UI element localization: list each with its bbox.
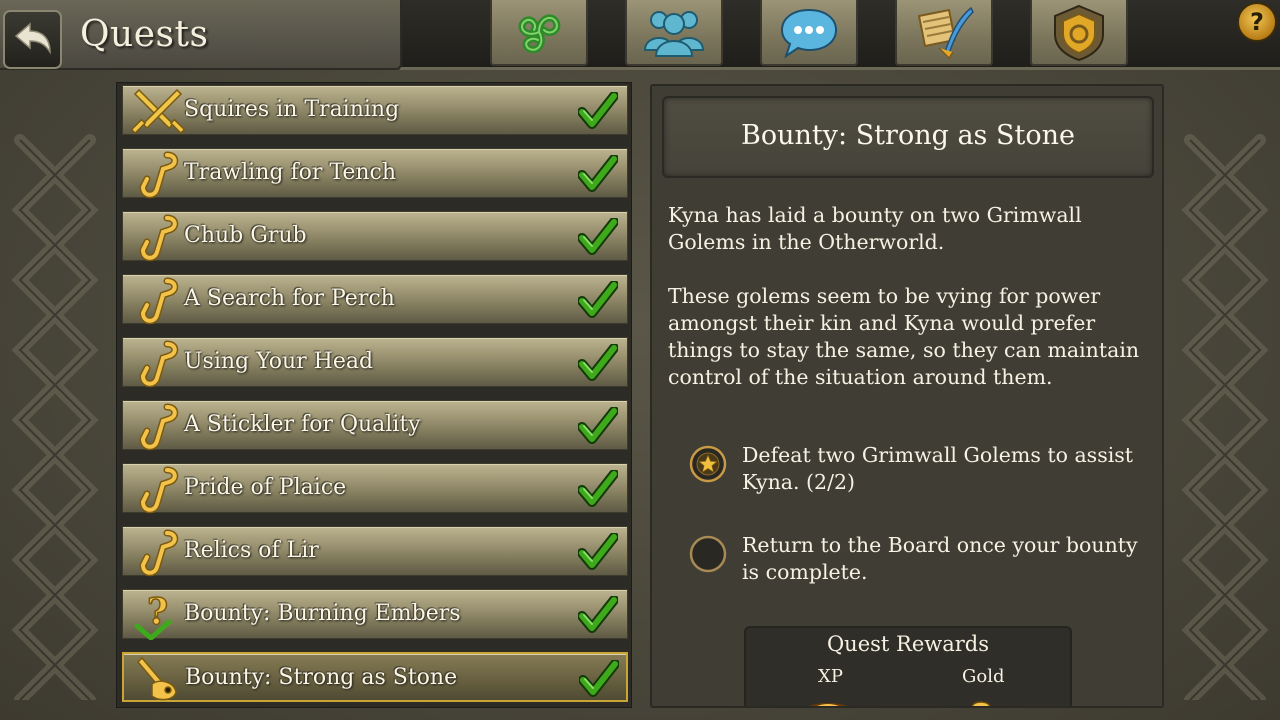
triskelion-icon xyxy=(518,14,561,54)
checkmark-icon xyxy=(578,659,620,698)
chat-icon xyxy=(780,8,838,59)
gold-reward-label: Gold xyxy=(962,666,1005,687)
quest-row[interactable]: Chub Grub xyxy=(122,211,628,262)
quest-label: Trawling for Tench xyxy=(184,160,396,185)
quest-row[interactable]: Pride of Plaice xyxy=(122,463,628,514)
quest-label: Using Your Head xyxy=(184,349,374,374)
quest-row[interactable]: ? Bounty: Burning Embers xyxy=(122,589,628,642)
xp-icon xyxy=(809,703,847,706)
crossed-swords-icon xyxy=(129,86,187,136)
fish-hook-icon xyxy=(129,275,187,325)
quest-row[interactable]: Relics of Lir xyxy=(122,526,628,577)
objective-1: Defeat two Grimwall Golems to assist Kyn… xyxy=(688,442,1148,502)
quest-label: A Stickler for Quality xyxy=(184,412,421,437)
help-button[interactable]: ? xyxy=(1237,2,1277,42)
quest-row[interactable]: Trawling for Tench xyxy=(122,148,628,199)
help-icon: ? xyxy=(1250,8,1264,36)
quest-label: Bounty: Strong as Stone xyxy=(185,665,458,690)
checkmark-icon xyxy=(577,469,619,508)
quest-detail-panel: Bounty: Strong as Stone Kyna has laid a … xyxy=(650,84,1164,708)
fish-hook-icon xyxy=(129,149,187,199)
title-panel: Quests xyxy=(0,0,402,70)
checkmark-icon xyxy=(577,595,619,634)
checkmark-icon xyxy=(577,280,619,319)
quest-row[interactable]: Squires in Training xyxy=(122,85,628,135)
guild-crest-icon xyxy=(1054,4,1104,62)
quest-detail-title: Bounty: Strong as Stone xyxy=(741,120,1075,151)
objective-star-icon xyxy=(689,445,727,483)
quest-row[interactable]: A Search for Perch xyxy=(122,274,628,325)
quest-row[interactable]: Using Your Head xyxy=(122,337,628,388)
objective-1-text: Defeat two Grimwall Golems to assist Kyn… xyxy=(742,443,1134,494)
quest-detail-header: Bounty: Strong as Stone xyxy=(662,96,1154,178)
quest-description-paragraph-2: These golems seem to be vying for power … xyxy=(668,284,1140,389)
celtic-knot-decoration-left xyxy=(11,134,99,700)
quest-label: Squires in Training xyxy=(184,97,400,122)
back-button[interactable] xyxy=(3,10,62,69)
quest-description-paragraph-1: Kyna has laid a bounty on two Grimwall G… xyxy=(668,203,1082,254)
quest-row[interactable]: Bounty: Strong as Stone xyxy=(122,652,628,702)
quest-label: Bounty: Burning Embers xyxy=(184,601,461,626)
tab-guild[interactable] xyxy=(1030,0,1128,66)
checkmark-icon xyxy=(577,91,619,130)
celtic-knot-decoration-right xyxy=(1181,134,1269,700)
top-bar: Quests ? xyxy=(0,0,1280,72)
quest-label: A Search for Perch xyxy=(184,286,395,311)
objective-2-text: Return to the Board once your bounty is … xyxy=(742,533,1138,584)
quest-rewards-title: Quest Rewards xyxy=(826,632,990,656)
quest-label: Relics of Lir xyxy=(184,538,319,563)
objective-2: Return to the Board once your bounty is … xyxy=(688,532,1148,592)
gold-coins-icon xyxy=(971,701,991,706)
tab-triskelion[interactable] xyxy=(490,0,588,66)
quest-row[interactable]: A Stickler for Quality xyxy=(122,400,628,451)
checkmark-icon xyxy=(577,532,619,571)
checkmark-icon xyxy=(577,217,619,256)
tab-quests[interactable] xyxy=(895,0,993,66)
fish-hook-icon xyxy=(129,464,187,514)
bounty-sword-icon xyxy=(130,654,188,704)
quest-label: Pride of Plaice xyxy=(184,475,347,500)
fish-hook-icon xyxy=(129,338,187,388)
xp-reward-label: XP xyxy=(818,666,843,687)
fish-hook-icon xyxy=(129,212,187,262)
objective-empty-ring-icon xyxy=(689,535,727,573)
tab-bar xyxy=(400,0,1280,70)
back-arrow-icon xyxy=(14,21,51,55)
page-title: Quests xyxy=(80,14,209,55)
quest-rewards-box: Quest Rewards XP Gold xyxy=(744,626,1072,706)
checkmark-icon xyxy=(577,406,619,445)
checkmark-icon xyxy=(577,154,619,193)
bounty-question-icon: ? xyxy=(129,590,187,642)
fish-hook-icon xyxy=(129,401,187,451)
fish-hook-icon xyxy=(129,527,187,577)
quest-list: Squires in Training Trawling for Tench Chu… xyxy=(116,82,632,708)
checkmark-icon xyxy=(577,343,619,382)
quest-label: Chub Grub xyxy=(184,223,307,248)
tab-chat[interactable] xyxy=(760,0,858,66)
tab-friends[interactable] xyxy=(625,0,723,66)
scroll-quill-icon xyxy=(917,6,974,60)
friends-icon xyxy=(643,11,705,57)
